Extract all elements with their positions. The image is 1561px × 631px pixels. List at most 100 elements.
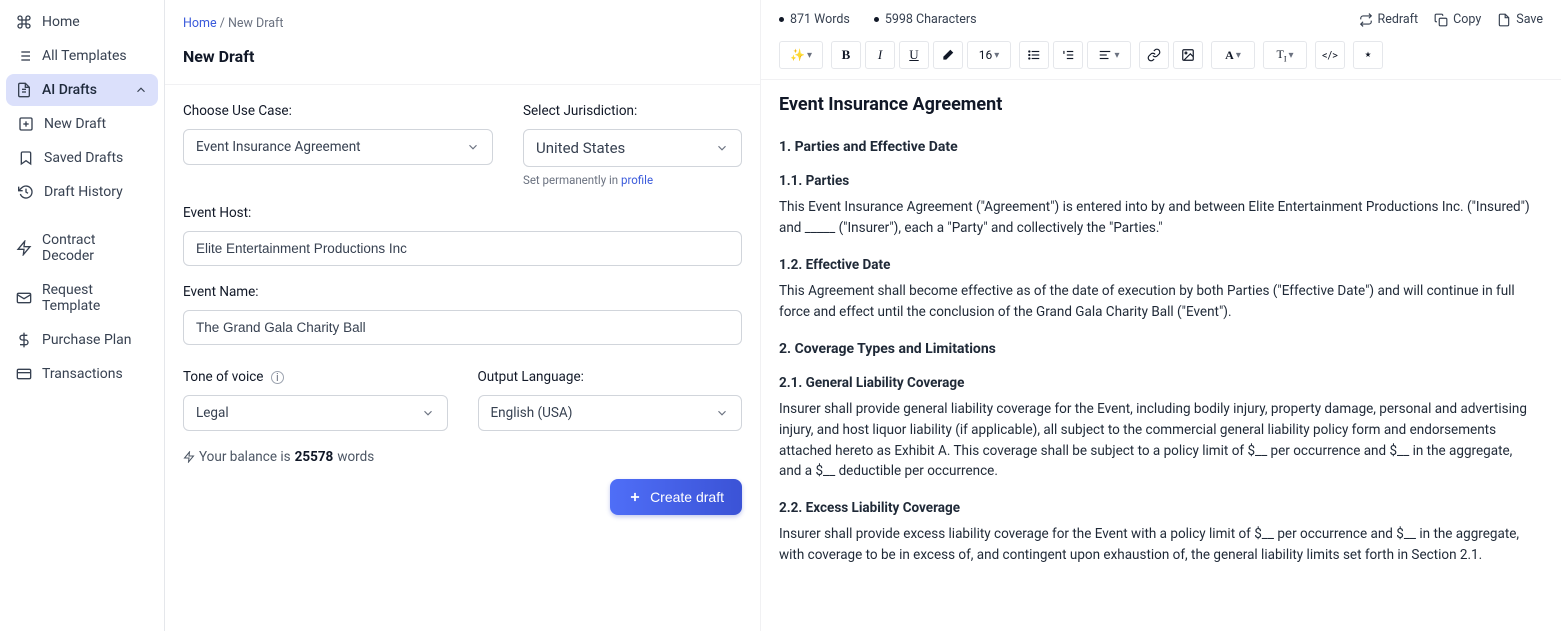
create-draft-button[interactable]: Create draft xyxy=(610,479,742,515)
lightning-icon xyxy=(183,451,195,463)
jurisdiction-label: Select Jurisdiction: xyxy=(523,103,742,119)
event-host-label: Event Host: xyxy=(183,205,742,221)
command-icon xyxy=(16,14,32,30)
nav-ai-drafts-label: AI Drafts xyxy=(42,82,97,98)
use-case-value: Event Insurance Agreement xyxy=(196,139,361,155)
copy-icon xyxy=(1434,13,1448,27)
chevron-down-icon xyxy=(466,140,480,154)
para-2-1: Insurer shall provide general liability … xyxy=(779,399,1537,483)
section-2-1: 2.1. General Liability Coverage xyxy=(779,375,1537,391)
magic-wand-button[interactable]: ✨▾ xyxy=(779,41,823,69)
lang-value: English (USA) xyxy=(491,405,573,421)
nav-all-templates[interactable]: All Templates xyxy=(6,40,158,72)
jurisdiction-select[interactable]: United States xyxy=(523,129,742,167)
nav-purchase-plan[interactable]: Purchase Plan xyxy=(6,324,158,356)
editor-pane: 871 Words 5998 Characters Redraft Copy S… xyxy=(761,0,1561,631)
save-button[interactable]: Save xyxy=(1497,12,1543,27)
highlight-icon xyxy=(1361,48,1375,62)
jurisdiction-value: United States xyxy=(536,139,625,157)
font-color-button[interactable]: A▾ xyxy=(1211,41,1255,69)
chevron-down-icon xyxy=(715,406,729,420)
jurisdiction-helper: Set permanently in profile xyxy=(523,173,742,187)
breadcrumb-sep: / xyxy=(217,16,228,31)
highlight-button[interactable] xyxy=(1353,41,1383,69)
text-style-icon: TI xyxy=(1276,47,1286,63)
tone-value: Legal xyxy=(196,405,229,421)
event-name-label: Event Name: xyxy=(183,284,742,300)
copy-button[interactable]: Copy xyxy=(1434,12,1481,27)
magic-wand-icon: ✨ xyxy=(790,48,805,62)
lang-select[interactable]: English (USA) xyxy=(478,395,743,431)
nav-new-draft-label: New Draft xyxy=(44,116,106,132)
ordered-list-button[interactable] xyxy=(1053,41,1083,69)
page-title: New Draft xyxy=(183,47,742,66)
nav-purchase-plan-label: Purchase Plan xyxy=(42,332,132,348)
history-icon xyxy=(18,184,34,200)
para-2-2: Insurer shall provide excess liability c… xyxy=(779,524,1537,566)
para-1-2: This Agreement shall become effective as… xyxy=(779,281,1537,323)
editor-body[interactable]: Event Insurance Agreement 1. Parties and… xyxy=(761,80,1561,631)
breadcrumb-home[interactable]: Home xyxy=(183,16,217,31)
nav-saved-drafts-label: Saved Drafts xyxy=(44,150,123,166)
profile-link[interactable]: profile xyxy=(621,173,653,187)
para-1-1: This Event Insurance Agreement ("Agreeme… xyxy=(779,197,1537,239)
info-icon[interactable]: i xyxy=(271,371,284,384)
plus-square-icon xyxy=(18,116,34,132)
lightning-icon xyxy=(16,240,32,256)
nav-contract-decoder-label: Contract Decoder xyxy=(42,232,148,264)
nav-draft-history[interactable]: Draft History xyxy=(6,176,158,208)
sidebar: Home All Templates AI Drafts New Draft S… xyxy=(0,0,165,631)
breadcrumb-current: New Draft xyxy=(228,16,283,31)
tone-label: Tone of voice i xyxy=(183,369,448,385)
use-case-label: Choose Use Case: xyxy=(183,103,493,119)
image-button[interactable] xyxy=(1173,41,1203,69)
eraser-button[interactable] xyxy=(933,41,963,69)
file-icon xyxy=(1497,13,1511,27)
align-button[interactable]: ▾ xyxy=(1087,41,1131,69)
nav-contract-decoder[interactable]: Contract Decoder xyxy=(6,224,158,272)
bookmark-icon xyxy=(18,150,34,166)
nav-request-template[interactable]: Request Template xyxy=(6,274,158,322)
ordered-list-icon xyxy=(1061,48,1075,62)
form-pane: Home / New Draft New Draft Choose Use Ca… xyxy=(165,0,761,631)
font-color-icon: A xyxy=(1225,48,1234,63)
use-case-select[interactable]: Event Insurance Agreement xyxy=(183,129,493,165)
text-style-button[interactable]: TI▾ xyxy=(1263,41,1307,69)
dollar-icon xyxy=(16,332,32,348)
nav-transactions[interactable]: Transactions xyxy=(6,358,158,390)
create-draft-label: Create draft xyxy=(650,489,724,505)
balance-text: Your balance is 25578 words xyxy=(183,449,742,465)
underline-button[interactable]: U xyxy=(899,41,929,69)
event-name-input[interactable] xyxy=(183,310,742,345)
event-host-input[interactable] xyxy=(183,231,742,266)
italic-button[interactable]: I xyxy=(865,41,895,69)
link-button[interactable] xyxy=(1139,41,1169,69)
plus-icon xyxy=(628,490,642,504)
section-1-1: 1.1. Parties xyxy=(779,173,1537,189)
bullet-list-button[interactable] xyxy=(1019,41,1049,69)
chevron-down-icon xyxy=(715,141,729,155)
envelope-icon xyxy=(16,290,32,306)
char-count: 5998 Characters xyxy=(874,12,977,27)
word-count: 871 Words xyxy=(779,12,850,27)
align-left-icon xyxy=(1098,48,1112,62)
nav-ai-drafts[interactable]: AI Drafts xyxy=(6,74,158,106)
chevron-down-icon xyxy=(421,406,435,420)
code-button[interactable]: </> xyxy=(1315,41,1345,69)
redraft-button[interactable]: Redraft xyxy=(1359,12,1419,27)
font-size-select[interactable]: 16▾ xyxy=(967,41,1011,69)
nav-new-draft[interactable]: New Draft xyxy=(6,108,158,140)
lang-label: Output Language: xyxy=(478,369,743,385)
bold-button[interactable]: B xyxy=(831,41,861,69)
bullet-list-icon xyxy=(1027,48,1041,62)
credit-card-icon xyxy=(16,366,32,382)
section-1: 1. Parties and Effective Date xyxy=(779,139,1537,155)
section-2: 2. Coverage Types and Limitations xyxy=(779,341,1537,357)
chevron-up-icon xyxy=(134,83,148,97)
nav-saved-drafts[interactable]: Saved Drafts xyxy=(6,142,158,174)
link-icon xyxy=(1147,48,1161,62)
tone-select[interactable]: Legal xyxy=(183,395,448,431)
nav-transactions-label: Transactions xyxy=(42,366,123,382)
nav-home[interactable]: Home xyxy=(6,6,158,38)
breadcrumb: Home / New Draft xyxy=(183,16,742,31)
